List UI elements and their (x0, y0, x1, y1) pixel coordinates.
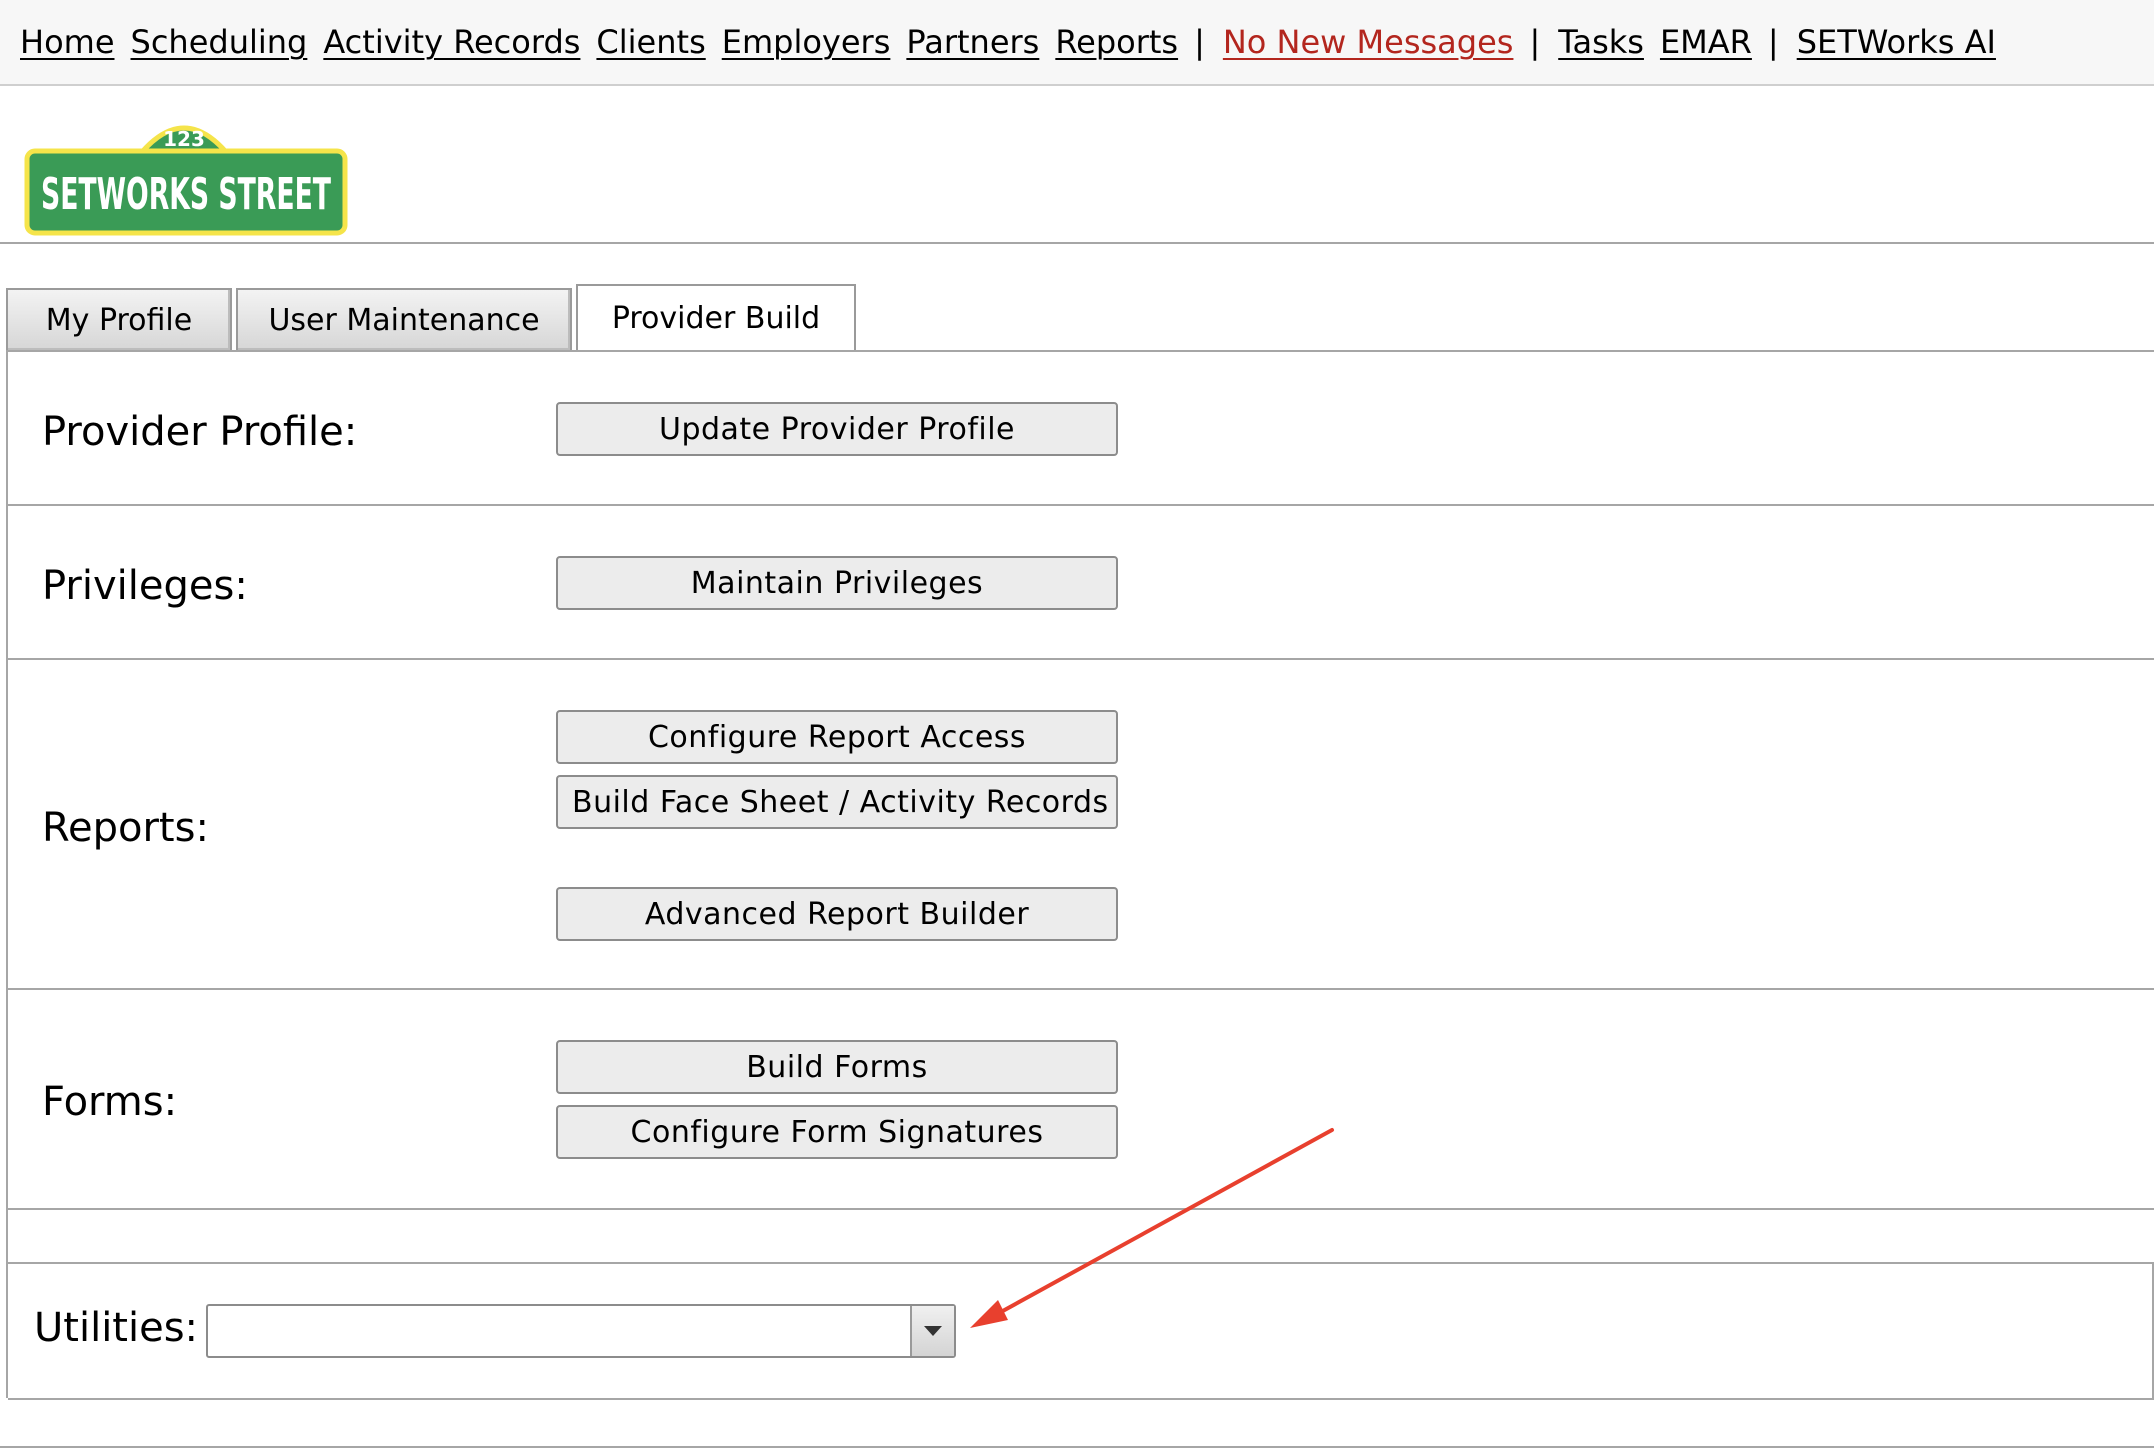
section-spacer (8, 1210, 2154, 1264)
advanced-report-builder-button[interactable]: Advanced Report Builder (556, 887, 1118, 941)
nav-home[interactable]: Home (20, 23, 115, 61)
tab-my-profile[interactable]: My Profile (6, 288, 232, 350)
nav-messages[interactable]: No New Messages (1223, 23, 1514, 61)
tab-provider-build[interactable]: Provider Build (576, 284, 856, 352)
provider-build-panel: Provider Profile: Update Provider Profil… (6, 350, 2154, 1400)
utilities-label: Utilities: (34, 1305, 199, 1351)
bottom-divider (0, 1446, 2154, 1448)
section-forms: Forms: Build Forms Configure Form Signat… (8, 990, 2154, 1210)
nav-emar[interactable]: EMAR (1660, 23, 1752, 61)
logo-number: 123 (163, 127, 205, 151)
nav-partners[interactable]: Partners (906, 23, 1039, 61)
chevron-down-icon[interactable] (910, 1306, 954, 1356)
provider-profile-label: Provider Profile: (42, 409, 358, 455)
configure-report-access-button[interactable]: Configure Report Access (556, 710, 1118, 764)
tab-bar: My Profile User Maintenance Provider Bui… (6, 282, 860, 352)
section-utilities: Utilities: (8, 1264, 2154, 1400)
top-navigation: Home Scheduling Activity Records Clients… (0, 0, 2154, 86)
setworks-street-logo: 123 SETWORKS STREET (24, 125, 348, 236)
nav-setworks-ai[interactable]: SETWorks AI (1797, 23, 1996, 61)
header-divider (0, 242, 2154, 244)
nav-employers[interactable]: Employers (722, 23, 891, 61)
forms-label: Forms: (42, 1079, 178, 1125)
nav-tasks[interactable]: Tasks (1558, 23, 1644, 61)
section-privileges: Privileges: Maintain Privileges (8, 506, 2154, 660)
nav-scheduling[interactable]: Scheduling (131, 23, 308, 61)
update-provider-profile-button[interactable]: Update Provider Profile (556, 402, 1118, 456)
maintain-privileges-button[interactable]: Maintain Privileges (556, 556, 1118, 610)
configure-form-signatures-button[interactable]: Configure Form Signatures (556, 1105, 1118, 1159)
tab-user-maintenance[interactable]: User Maintenance (236, 288, 572, 350)
reports-label: Reports: (42, 805, 209, 851)
privileges-label: Privileges: (42, 563, 248, 609)
section-provider-profile: Provider Profile: Update Provider Profil… (8, 352, 2154, 506)
nav-separator: | (1529, 23, 1541, 61)
section-reports: Reports: Configure Report Access Build F… (8, 660, 2154, 990)
build-face-sheet-button[interactable]: Build Face Sheet / Activity Records Re (556, 775, 1118, 829)
nav-separator: | (1194, 23, 1205, 61)
nav-clients[interactable]: Clients (596, 23, 705, 61)
nav-separator: | (1767, 23, 1779, 61)
utilities-select[interactable] (206, 1304, 956, 1358)
build-forms-button[interactable]: Build Forms (556, 1040, 1118, 1094)
nav-activity-records[interactable]: Activity Records (323, 23, 580, 61)
logo-text: SETWORKS STREET (41, 169, 331, 220)
nav-reports[interactable]: Reports (1055, 23, 1178, 61)
